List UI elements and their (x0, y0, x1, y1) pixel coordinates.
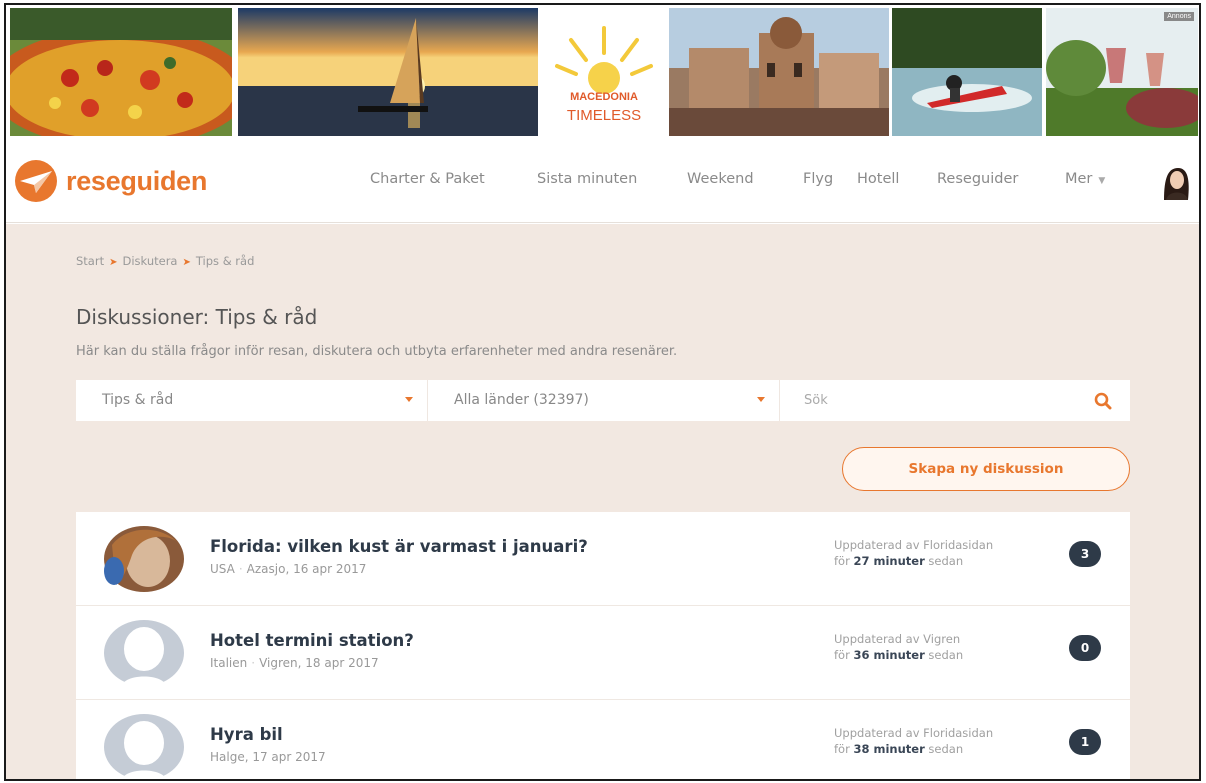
ago-suffix: sedan (928, 742, 964, 756)
ago-prefix: för (834, 648, 850, 662)
default-avatar-icon (104, 620, 184, 687)
category-select-value: Tips & råd (102, 392, 174, 408)
nav-link-weekend[interactable]: Weekend (687, 171, 754, 187)
discussion-row[interactable]: Hotel termini station? Italien · Vigren, 1… (76, 606, 1130, 700)
browser-frame: MACEDONIA TIMELESS Annons reseguiden Cha… (4, 3, 1201, 781)
chevron-down-icon: ▼ (1098, 176, 1106, 186)
default-avatar-icon (104, 714, 184, 779)
breadcrumb: Start ➤ Diskutera ➤ Tips & råd (76, 254, 254, 268)
discussion-country[interactable]: Italien (210, 656, 247, 670)
discussion-title[interactable]: Hyra bil (210, 725, 283, 744)
nav-link-reseguider[interactable]: Reseguider (937, 171, 1018, 187)
ad-text-timeless: TIMELESS (567, 107, 641, 124)
discussion-meta: USA · Azasjo, 16 apr 2017 (210, 562, 367, 576)
discussion-row[interactable]: Florida: vilken kust är varmast i januar… (76, 512, 1130, 606)
discussion-list: Florida: vilken kust är varmast i januar… (76, 512, 1130, 779)
discussion-country[interactable]: USA (210, 562, 235, 576)
updated-by: Uppdaterad av Vigren (834, 632, 961, 646)
reply-count-badge: 0 (1069, 635, 1101, 661)
updated-by: Uppdaterad av Floridasidan (834, 538, 994, 552)
main-content: Start ➤ Diskutera ➤ Tips & råd Diskussioner:… (6, 224, 1199, 779)
breadcrumb-current: Tips & råd (195, 254, 255, 268)
ago-prefix: för (834, 742, 850, 756)
discussion-title[interactable]: Hotel termini station? (210, 631, 414, 650)
user-avatar (102, 525, 186, 593)
banner-macedonia-logo: MACEDONIA TIMELESS (541, 8, 668, 136)
discussion-author-date: Vigren, 18 apr 2017 (259, 656, 379, 670)
search-box (780, 380, 1130, 421)
ago-suffix: sedan (928, 648, 964, 662)
ad-text-macedonia: MACEDONIA (570, 91, 638, 103)
search-icon[interactable] (1094, 392, 1112, 410)
category-select[interactable]: Tips & råd (76, 380, 428, 421)
nav-link-charter[interactable]: Charter & Paket (370, 171, 485, 187)
filter-bar: Tips & råd Alla länder (32397) (76, 380, 1130, 421)
page-title: Diskussioner: Tips & råd (76, 305, 318, 329)
ago-value: 38 minuter (853, 742, 925, 756)
nav-link-hotell[interactable]: Hotell (857, 171, 899, 187)
updated-by: Uppdaterad av Floridasidan (834, 726, 994, 740)
discussion-meta: Halge, 17 apr 2017 (210, 750, 326, 764)
country-select[interactable]: Alla länder (32397) (428, 380, 780, 421)
discussion-update: Uppdaterad av Vigren för 36 minuter seda… (834, 631, 963, 663)
discussion-title[interactable]: Florida: vilken kust är varmast i januar… (210, 537, 588, 556)
nav-link-sista-minuten[interactable]: Sista minuten (537, 171, 637, 187)
discussion-meta: Italien · Vigren, 18 apr 2017 (210, 656, 379, 670)
page-description: Här kan du ställa frågor inför resan, di… (76, 344, 678, 359)
breadcrumb-diskutera[interactable]: Diskutera (122, 254, 177, 268)
caret-down-icon (405, 397, 413, 402)
main-navigation: reseguiden Charter & Paket Sista minuten… (6, 139, 1199, 223)
discussion-update: Uppdaterad av Floridasidan för 27 minute… (834, 537, 993, 569)
reply-count-badge: 3 (1069, 541, 1101, 567)
banner-image-wine: Annons (1046, 8, 1198, 136)
nav-mer-label: Mer (1065, 171, 1093, 187)
reply-count-badge: 1 (1069, 729, 1101, 755)
user-avatar[interactable] (1158, 164, 1194, 200)
nav-link-mer[interactable]: Mer ▼ (1065, 171, 1105, 187)
banner-image-paella (10, 8, 232, 136)
search-input[interactable] (804, 380, 1074, 421)
ad-banner[interactable]: MACEDONIA TIMELESS Annons (6, 5, 1199, 139)
chevron-right-icon: ➤ (109, 257, 118, 268)
ad-label: Annons (1164, 12, 1194, 21)
country-select-value: Alla länder (32397) (454, 392, 589, 408)
nav-link-flyg[interactable]: Flyg (803, 171, 833, 187)
ago-suffix: sedan (928, 554, 964, 568)
banner-image-kayak (892, 8, 1042, 136)
ago-value: 27 minuter (853, 554, 925, 568)
discussion-update: Uppdaterad av Floridasidan för 38 minute… (834, 725, 993, 757)
create-discussion-button[interactable]: Skapa ny diskussion (842, 447, 1130, 491)
banner-image-church (669, 8, 889, 136)
chevron-right-icon: ➤ (182, 257, 191, 268)
breadcrumb-start[interactable]: Start (76, 254, 104, 268)
ago-prefix: för (834, 554, 850, 568)
caret-down-icon (757, 397, 765, 402)
discussion-author-date: Azasjo, 16 apr 2017 (246, 562, 367, 576)
banner-image-sailboat (238, 8, 538, 136)
ago-value: 36 minuter (853, 648, 925, 662)
discussion-author-date: Halge, 17 apr 2017 (210, 750, 326, 764)
discussion-row[interactable]: Hyra bil Halge, 17 apr 2017 Uppdaterad a… (76, 700, 1130, 779)
